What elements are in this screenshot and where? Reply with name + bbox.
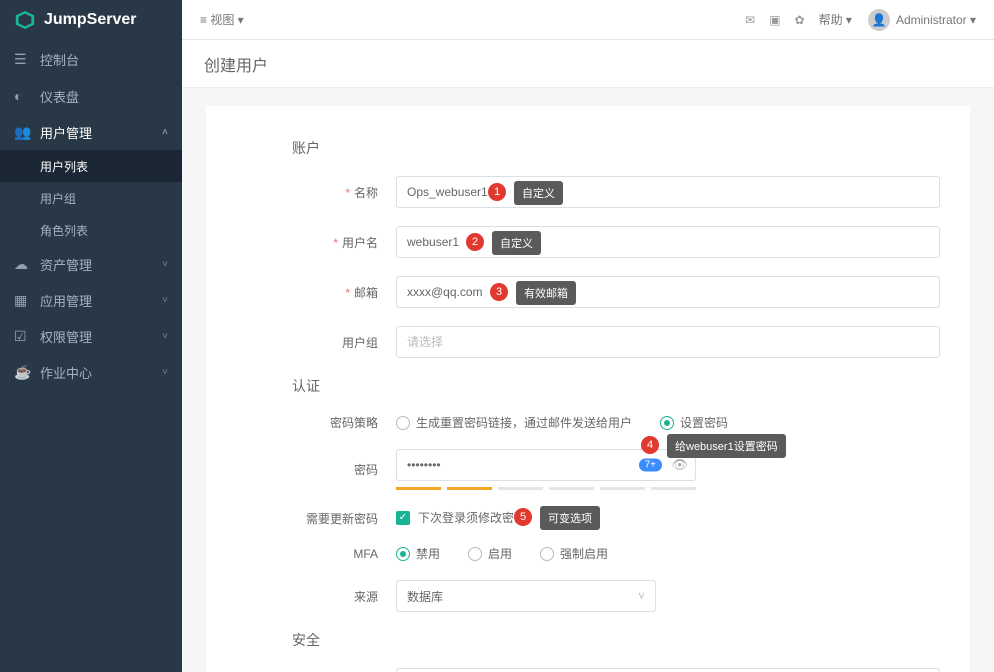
- check-icon: ☑: [14, 328, 30, 345]
- checkbox-icon: ✓: [396, 511, 410, 525]
- row-name: *名称 1 自定义: [236, 176, 940, 208]
- chevron-down-icon: ˅: [162, 259, 168, 270]
- email-input[interactable]: [396, 276, 940, 308]
- radio-set-pwd[interactable]: 设置密码: [660, 414, 728, 431]
- cloud-icon: ☁: [14, 256, 30, 273]
- sidebar-sub-usergroup[interactable]: 用户组: [0, 182, 182, 214]
- sidebar-sub-label: 用户组: [40, 190, 76, 207]
- annotation-badge-2: 2: [466, 233, 484, 251]
- page-title: 创建用户: [182, 40, 994, 88]
- topbar: ≡ 视图 ▾ ✉ ▣ ✿ 帮助 ▾ 👤 Administrator ▾: [182, 0, 994, 40]
- annotation-tip-5: 可变选项: [540, 506, 600, 530]
- sidebar-item-assets[interactable]: ☁ 资产管理 ˅: [0, 246, 182, 282]
- content: ≡ 视图 ▾ ✉ ▣ ✿ 帮助 ▾ 👤 Administrator ▾ 创建用户…: [182, 0, 994, 672]
- sidebar-item-label: 用户管理: [40, 123, 92, 142]
- source-select[interactable]: 数据库 ˅: [396, 580, 656, 612]
- name-input[interactable]: [396, 176, 940, 208]
- radio-mfa-disable[interactable]: 禁用: [396, 545, 440, 562]
- annotation-tip-2: 自定义: [492, 231, 541, 255]
- annotation-badge-1: 1: [488, 183, 506, 201]
- annotation-tip-4: 给webuser1设置密码: [667, 434, 786, 458]
- sidebar-item-label: 权限管理: [40, 327, 92, 346]
- form-card: 账户 *名称 1 自定义 *用户名 2 自定义 *邮箱: [206, 106, 970, 672]
- dashboard-icon: ◐: [14, 88, 30, 104]
- avatar-icon: 👤: [868, 9, 890, 31]
- row-usergroup: 用户组: [236, 326, 940, 358]
- admin-label: Administrator ▾: [896, 13, 976, 27]
- label-need-update: 需要更新密码: [306, 512, 378, 526]
- password-strength-bar: [396, 487, 696, 490]
- chevron-down-icon: ˅: [162, 295, 168, 306]
- terminal-icon[interactable]: ▣: [769, 13, 780, 27]
- sidebar-item-perms[interactable]: ☑ 权限管理 ˅: [0, 318, 182, 354]
- row-mfa: MFA 禁用 启用 强制启用: [236, 545, 940, 562]
- label-email: 邮箱: [354, 286, 378, 300]
- sidebar-item-label: 应用管理: [40, 291, 92, 310]
- bars-icon: ☰: [14, 51, 30, 68]
- section-auth: 认证: [292, 376, 940, 396]
- annotation-badge-5: 5: [514, 508, 532, 526]
- sidebar-item-label: 资产管理: [40, 255, 92, 274]
- radio-gen-link[interactable]: 生成重置密码链接，通过邮件发送给用户: [396, 414, 632, 431]
- sidebar-sub-rolelist[interactable]: 角色列表: [0, 214, 182, 246]
- sidebar-item-apps[interactable]: ▦ 应用管理 ˅: [0, 282, 182, 318]
- annotation-badge-3: 3: [490, 283, 508, 301]
- row-password: 密码 7+ 👁: [236, 449, 940, 490]
- row-system-role: *系统角色 OpsGroupsRole × 6 选择角色列表中的名称: [236, 668, 940, 672]
- admin-menu[interactable]: 👤 Administrator ▾: [868, 9, 976, 31]
- sidebar-sub-label: 用户列表: [40, 158, 88, 175]
- row-need-update: 需要更新密码 ✓ 下次登录须修改密码 5 可变选项: [236, 508, 940, 527]
- label-name: 名称: [354, 186, 378, 200]
- sidebar-item-dashboard[interactable]: ◐ 仪表盘: [0, 78, 182, 114]
- section-security: 安全: [292, 630, 940, 650]
- sidebar: JumpServer ☰ 控制台 ◐ 仪表盘 👥 用户管理 ˄ 用户列表 用户组…: [0, 0, 182, 672]
- label-source: 来源: [354, 590, 378, 604]
- radio-mfa-enable[interactable]: 启用: [468, 545, 512, 562]
- sidebar-item-jobs[interactable]: ☕ 作业中心 ˅: [0, 354, 182, 390]
- label-pwd-policy: 密码策略: [330, 416, 378, 430]
- help-menu[interactable]: 帮助 ▾: [819, 11, 852, 28]
- sidebar-console-label: 控制台: [40, 50, 79, 69]
- label-username: 用户名: [342, 236, 378, 250]
- annotation-badge-4: 4: [641, 436, 659, 454]
- users-icon: 👥: [14, 124, 30, 141]
- grid-icon: ▦: [14, 292, 30, 309]
- section-account: 账户: [292, 138, 940, 158]
- row-email: *邮箱 3 有效邮箱: [236, 276, 940, 308]
- sidebar-sub-userlist[interactable]: 用户列表: [0, 150, 182, 182]
- row-pwd-policy: 密码策略 生成重置密码链接，通过邮件发送给用户 设置密码 4 给webuser1…: [236, 414, 940, 431]
- chevron-down-icon: ˅: [162, 367, 168, 378]
- view-switcher[interactable]: ≡ 视图 ▾: [200, 11, 244, 28]
- chevron-down-icon: ˅: [638, 589, 645, 603]
- label-mfa: MFA: [353, 547, 378, 561]
- annotation-tip-3: 有效邮箱: [516, 281, 576, 305]
- chevron-up-icon: ˄: [162, 127, 168, 138]
- mail-icon[interactable]: ✉: [745, 13, 755, 27]
- logo-icon: [14, 9, 36, 31]
- password-strength-badge: 7+: [639, 459, 662, 472]
- form-scroll[interactable]: 账户 *名称 1 自定义 *用户名 2 自定义 *邮箱: [182, 88, 994, 672]
- usergroup-select[interactable]: [396, 326, 940, 358]
- system-role-select[interactable]: OpsGroupsRole ×: [396, 668, 940, 672]
- jobs-icon: ☕: [14, 364, 30, 381]
- chevron-down-icon: ˅: [162, 331, 168, 342]
- row-username: *用户名 2 自定义: [236, 226, 940, 258]
- logo: JumpServer: [0, 0, 182, 40]
- sidebar-item-label: 作业中心: [40, 363, 92, 382]
- gear-icon[interactable]: ✿: [795, 13, 805, 27]
- radio-mfa-force[interactable]: 强制启用: [540, 545, 608, 562]
- sidebar-sub-label: 角色列表: [40, 222, 88, 239]
- need-update-checkbox[interactable]: ✓ 下次登录须修改密码: [396, 509, 940, 526]
- label-usergroup: 用户组: [342, 336, 378, 350]
- sidebar-console[interactable]: ☰ 控制台: [0, 40, 182, 78]
- sidebar-item-users[interactable]: 👥 用户管理 ˄: [0, 114, 182, 150]
- logo-text: JumpServer: [44, 11, 137, 29]
- label-password: 密码: [354, 463, 378, 477]
- sidebar-item-label: 仪表盘: [40, 87, 79, 106]
- row-source: 来源 数据库 ˅: [236, 580, 940, 612]
- annotation-tip-1: 自定义: [514, 181, 563, 205]
- eye-icon[interactable]: 👁: [671, 457, 688, 473]
